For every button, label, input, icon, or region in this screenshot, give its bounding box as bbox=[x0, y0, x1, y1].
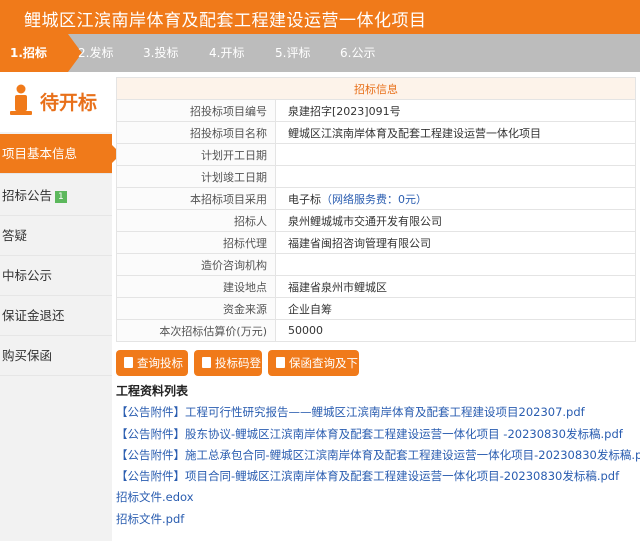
bid-code-login-button[interactable]: 投标码登录 bbox=[194, 350, 262, 396]
step-bidding[interactable]: 1.招标 bbox=[0, 34, 82, 72]
table-row: 招投标项目名称 鲤城区江滨南岸体育及配套工程建设运营一体化项目 bbox=[116, 121, 636, 144]
sidebar-status-header: 待开标 bbox=[0, 72, 112, 132]
table-row: 计划开工日期 bbox=[116, 143, 636, 166]
row-key: 建设地点 bbox=[116, 275, 276, 298]
row-key: 招投标项目名称 bbox=[116, 121, 276, 144]
row-key: 计划竣工日期 bbox=[116, 165, 276, 188]
document-icon bbox=[276, 357, 285, 368]
step-publicity[interactable]: 6.公示 bbox=[340, 34, 375, 72]
row-key: 招投标项目编号 bbox=[116, 99, 276, 122]
table-row: 资金来源 企业自筹 bbox=[116, 297, 636, 320]
row-value: 泉州鲤城城市交通开发有限公司 bbox=[275, 209, 636, 232]
row-value: 电子标（网络服务费：0元） bbox=[275, 187, 636, 210]
progress-steps: 1.招标 2.发标 3.投标 4.开标 5.评标 6.公示 bbox=[0, 34, 640, 72]
table-row: 本次招标估算价(万元) 50000 bbox=[116, 319, 636, 342]
row-value: 福建省泉州市鲤城区 bbox=[275, 275, 636, 298]
table-row: 招标人 泉州鲤城城市交通开发有限公司 bbox=[116, 209, 636, 232]
document-icon bbox=[202, 357, 211, 368]
sidebar-item-qa[interactable]: 答疑 bbox=[0, 216, 112, 256]
row-value: 鲤城区江滨南岸体育及配套工程建设运营一体化项目 bbox=[275, 121, 636, 144]
sidebar-item-deposit-refund[interactable]: 保证金退还 bbox=[0, 296, 112, 336]
sidebar-item-announcement[interactable]: 招标公告 1 bbox=[0, 176, 112, 216]
service-fee-note: （网络服务费：0元） bbox=[321, 192, 427, 206]
step-bid[interactable]: 3.投标 bbox=[143, 34, 178, 72]
row-value: 泉建招字[2023]091号 bbox=[275, 99, 636, 122]
row-value bbox=[275, 253, 636, 276]
row-value: 50000 bbox=[275, 319, 636, 342]
sidebar-item-label: 保证金退还 bbox=[2, 308, 65, 323]
step-opening[interactable]: 4.开标 bbox=[209, 34, 244, 72]
row-key: 招标人 bbox=[116, 209, 276, 232]
guarantee-download-button[interactable]: 保函查询及下载 bbox=[268, 350, 359, 396]
sidebar-item-label: 购买保函 bbox=[2, 348, 53, 363]
step-issue[interactable]: 2.发标 bbox=[78, 34, 113, 72]
table-header: 招标信息 bbox=[116, 77, 636, 100]
step-evaluation[interactable]: 5.评标 bbox=[275, 34, 310, 72]
row-key: 造价咨询机构 bbox=[116, 253, 276, 276]
sidebar-item-project-info[interactable]: 项目基本信息 bbox=[0, 134, 121, 174]
person-icon bbox=[10, 84, 32, 115]
doc-link[interactable]: 【公告附件】股东协议-鲤城区江滨南岸体育及配套工程建设运营一体化项目 -2023… bbox=[116, 426, 623, 442]
doc-link[interactable]: 招标文件.pdf bbox=[116, 511, 184, 527]
tender-info-table: 招标信息 招投标项目编号 泉建招字[2023]091号 招投标项目名称 鲤城区江滨南… bbox=[116, 77, 636, 342]
sidebar: 待开标 项目基本信息 招标公告 1 答疑 中标公示 保证金退还 购买保函 bbox=[0, 72, 121, 541]
doc-link[interactable]: 【公告附件】施工总承包合同-鲤城区江滨南岸体育及配套工程建设运营一体化项目-20… bbox=[116, 447, 640, 463]
sidebar-item-award-notice[interactable]: 中标公示 bbox=[0, 256, 112, 296]
row-key: 本招标项目采用 bbox=[116, 187, 276, 210]
count-badge: 1 bbox=[55, 190, 67, 203]
doc-link[interactable]: 招标文件.edox bbox=[116, 489, 194, 505]
row-key: 本次招标估算价(万元) bbox=[116, 319, 276, 342]
sidebar-item-label: 项目基本信息 bbox=[2, 146, 78, 161]
row-value bbox=[275, 165, 636, 188]
table-row: 招标代理 福建省闽招咨询管理有限公司 bbox=[116, 231, 636, 254]
row-key: 招标代理 bbox=[116, 231, 276, 254]
title-bar: 鲤城区江滨南岸体育及配套工程建设运营一体化项目 bbox=[0, 0, 640, 34]
sidebar-item-label: 答疑 bbox=[2, 228, 28, 243]
doc-link[interactable]: 【公告附件】项目合同-鲤城区江滨南岸体育及配套工程建设运营一体化项目-20230… bbox=[116, 468, 619, 484]
sidebar-item-label: 中标公示 bbox=[2, 268, 53, 283]
bid-type: 电子标 bbox=[288, 192, 321, 206]
sidebar-item-label: 招标公告 bbox=[2, 188, 53, 203]
document-icon bbox=[124, 357, 133, 368]
row-value: 福建省闽招咨询管理有限公司 bbox=[275, 231, 636, 254]
row-key: 计划开工日期 bbox=[116, 143, 276, 166]
page-title: 鲤城区江滨南岸体育及配套工程建设运营一体化项目 bbox=[24, 11, 427, 31]
doc-link[interactable]: 【公告附件】工程可行性研究报告——鲤城区江滨南岸体育及配套工程建设项目20230… bbox=[116, 404, 585, 420]
table-row: 建设地点 福建省泉州市鲤城区 bbox=[116, 275, 636, 298]
bid-status: 待开标 bbox=[40, 92, 98, 114]
row-value: 企业自筹 bbox=[275, 297, 636, 320]
table-row: 招投标项目编号 泉建招字[2023]091号 bbox=[116, 99, 636, 122]
table-row: 本招标项目采用 电子标（网络服务费：0元） bbox=[116, 187, 636, 210]
table-row: 造价咨询机构 bbox=[116, 253, 636, 276]
docs-list-title: 工程资料列表 bbox=[116, 384, 189, 398]
row-value bbox=[275, 143, 636, 166]
button-label: 保函查询及下载 bbox=[276, 356, 358, 396]
row-key: 资金来源 bbox=[116, 297, 276, 320]
table-row: 计划竣工日期 bbox=[116, 165, 636, 188]
sidebar-item-buy-guarantee[interactable]: 购买保函 bbox=[0, 336, 112, 376]
query-bid-code-button[interactable]: 查询投标码 bbox=[116, 350, 188, 396]
